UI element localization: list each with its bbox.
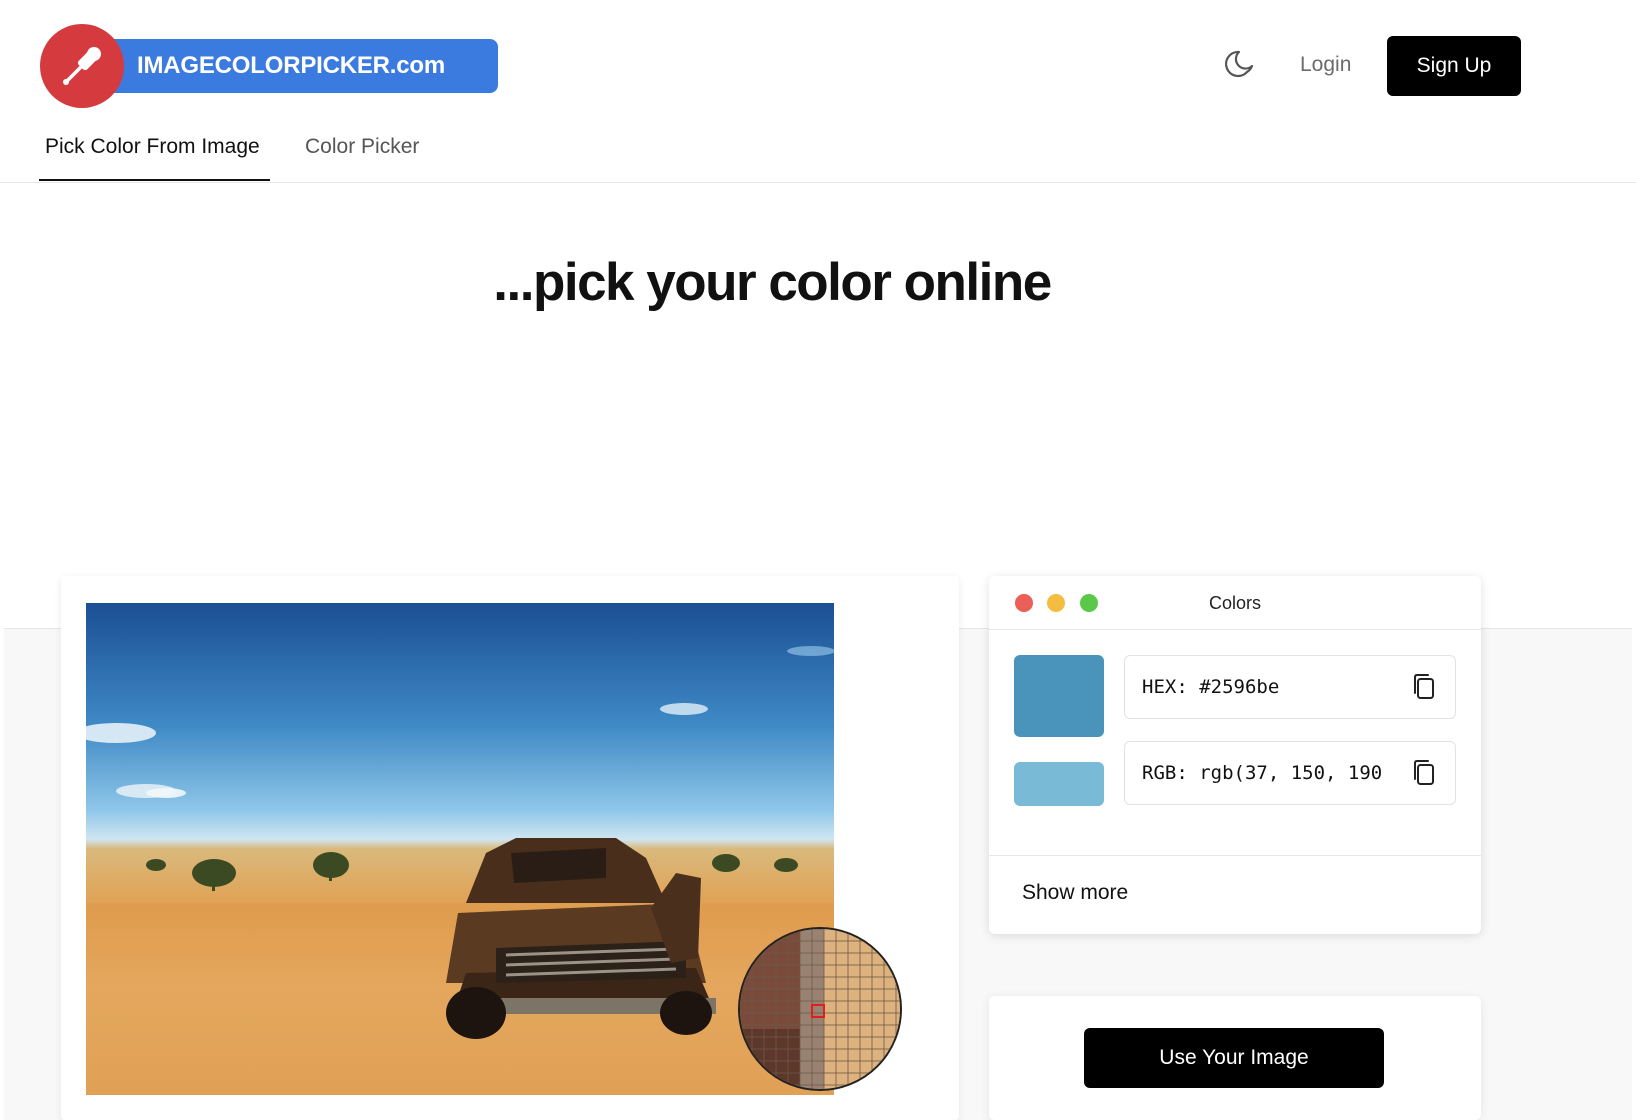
signup-button[interactable]: Sign Up [1387, 36, 1521, 96]
copy-rgb-button[interactable] [1409, 757, 1439, 789]
current-color-swatch [1014, 655, 1104, 737]
copy-hex-button[interactable] [1409, 671, 1439, 703]
tab-pick-color-from-image[interactable]: Pick Color From Image [45, 126, 260, 182]
hover-color-swatch [1014, 762, 1104, 806]
site-logo[interactable]: IMAGECOLORPICKER.com [40, 24, 498, 108]
hex-value[interactable]: HEX: #2596be [1142, 656, 1404, 718]
panel-divider [989, 855, 1481, 856]
logo-text: IMAGECOLORPICKER.com [137, 52, 446, 79]
moon-icon [1224, 50, 1254, 77]
sample-image[interactable] [86, 603, 834, 1095]
hex-value-box: HEX: #2596be [1124, 655, 1456, 719]
panel-title: Colors [1208, 593, 1261, 613]
rgb-value-box: RGB: rgb(37, 150, 190 [1124, 741, 1456, 805]
show-more-button[interactable]: Show more [1022, 872, 1128, 914]
magnifier-loupe [738, 927, 902, 1091]
copy-icon [1414, 674, 1434, 699]
page-title: ...pick your color online [493, 253, 1052, 312]
use-your-image-button[interactable]: Use Your Image [1084, 1028, 1384, 1088]
rgb-value[interactable]: RGB: rgb(37, 150, 190 [1142, 742, 1404, 804]
eyedropper-icon [40, 24, 124, 108]
tab-color-picker[interactable]: Color Picker [305, 126, 419, 182]
login-link[interactable]: Login [1300, 44, 1351, 86]
panel-titlebar: Colors [989, 576, 1481, 630]
upload-card: Use Your Image [989, 996, 1481, 1120]
top-header: IMAGECOLORPICKER.com Login Sign Up Pick … [0, 0, 1636, 183]
active-tab-indicator [39, 179, 270, 181]
colors-panel: Colors HEX: #2596be RGB: rgb(37, 150, 19… [989, 576, 1481, 934]
copy-icon [1414, 760, 1434, 785]
theme-toggle-button[interactable] [1220, 44, 1260, 84]
